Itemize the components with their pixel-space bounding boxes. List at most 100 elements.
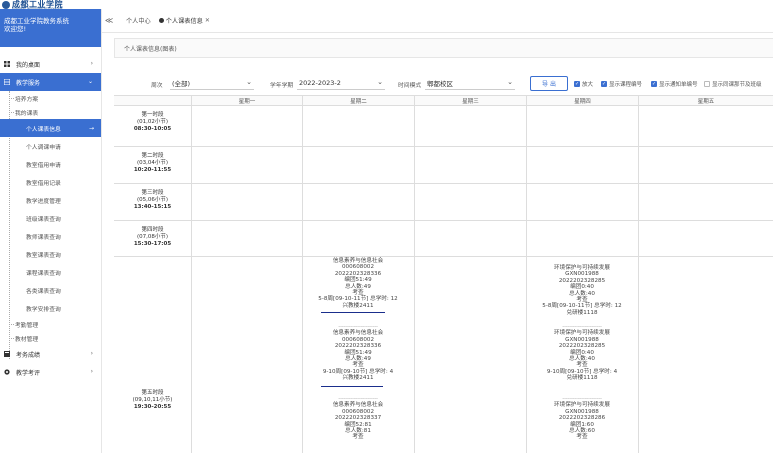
sub-item-teacher-schedule[interactable]: 教师课表查询 [0,227,101,245]
sub-item-label: 教室课表查询 [26,252,61,259]
checkbox-same-class[interactable]: 显示同课那节及班级 [704,80,762,88]
tree-item-training-plan[interactable]: 培养方案 [0,91,101,105]
classroom: 兑研楼1118 [566,309,598,316]
period-title: 第三时段 [141,190,164,196]
collapse-sidebar-button[interactable]: ≪ [102,16,116,25]
checkbox-label: 显示通知单编号 [659,82,698,88]
checkbox-zoom[interactable]: ✓ 放大 [574,80,593,88]
seal-icon [2,0,10,9]
period-title: 第一时段 [141,112,164,118]
week-value: (全部) [172,79,191,88]
sub-item-room-borrow-record[interactable]: 教室借用记录 [0,173,101,191]
sub-item-label: 班级课表查询 [26,216,61,223]
checkbox-course-code[interactable]: ✓ 显示课程编号 [601,80,642,88]
period-time: 08:30-10:05 [133,126,172,132]
classroom: 兴教楼2411 [342,302,374,309]
tab-label: 个人中心 [126,18,151,25]
period-code: (07,08小节) [136,234,169,240]
course-cell[interactable]: ----------------------- 信息素养与信息社会 000608… [302,396,414,441]
grid-line [191,96,192,453]
period-code: (03,04小节) [136,160,169,166]
sub-item-label: 教学进度管理 [26,198,61,205]
sub-item-label: 教学安排查询 [26,306,61,313]
menu-item-label: 考务成绩 [16,351,41,359]
sub-item-label: 教室借用记录 [26,180,61,187]
teaching-service-submenu: 培养方案 我的课表 个人课表信息 → 个人调课申请 教室借用申请 教室借用记录 … [0,91,101,359]
period-code: (09,10,11小节) [132,397,173,403]
sub-item-label: 个人调课申请 [26,144,61,151]
sub-item-course-schedule[interactable]: 课程课表查询 [0,263,101,281]
chevron-down-icon: ⌄ [507,78,513,86]
week-select[interactable]: (全部) ⌄ [170,76,254,90]
sub-item-arrangement[interactable]: 教学安排查询 [0,299,101,317]
menu-item-exam-score[interactable]: 考务成绩 › [0,345,101,363]
menu-item-label: 教学考评 [16,369,41,377]
course-cell[interactable]: ----------------------- 环境保护与可持续发展 GXN00… [526,324,638,382]
sub-item-class-change[interactable]: 个人调课申请 [0,137,101,155]
menu-item-evaluation[interactable]: 教学考评 › [0,363,101,381]
sub-item-room-schedule[interactable]: 教室课表查询 [0,245,101,263]
period-time: 10:20-11:55 [133,167,172,173]
course-cell[interactable]: 环境保护与可持续发展 GXN001988 2022202328285 编团0:4… [526,265,638,316]
sub-item-label: 各类课表查询 [26,288,61,295]
period-2-label: 第二时段 (03,04小节) 10:20-11:55 [114,153,191,174]
course-cell[interactable]: ----------------------- 环境保护与可持续发展 GXN00… [526,396,638,441]
time-mode-select[interactable]: 郫都校区 ⌄ [425,76,515,90]
chevron-down-icon: ⌄ [87,78,93,85]
ink-underline [321,386,383,387]
tree-item-textbook[interactable]: 教材管理 [0,331,101,345]
period-3-label: 第三时段 (05,06小节) 13:40-15:15 [114,190,191,211]
period-time: 13:40-15:15 [133,204,172,210]
chevron-right-icon: › [90,350,93,357]
chevron-down-icon: ⌄ [377,78,383,86]
grid-line [114,220,773,221]
checkbox-label: 显示课程编号 [609,82,643,88]
tree-item-attendance[interactable]: 考勤管理 [0,317,101,331]
tree-item-my-schedule[interactable]: 我的课表 [0,105,101,119]
chevron-down-icon: ⌄ [246,78,252,86]
export-button[interactable]: 导 出 [530,76,568,91]
timetable-grid: 星期一 星期二 星期三 星期四 星期五 第一时段 (01,02小节) 08:30… [114,95,773,453]
tree-item-label: 教材管理 [15,336,39,343]
sub-item-personal-schedule[interactable]: 个人课表信息 → [0,119,101,137]
menu-item-desktop[interactable]: 我的桌面 › [0,55,101,73]
period-time: 15:30-17:05 [133,241,172,247]
weekday-header: 星期二 [302,96,414,106]
sub-item-class-schedule[interactable]: 班级课表查询 [0,209,101,227]
classroom: 兴教楼2411 [342,375,374,382]
checkbox-checked-icon: ✓ [601,81,607,87]
welcome-panel: 成都工业学院教务系统 欢迎您! [0,9,101,47]
weekday-header: 星期四 [526,96,638,106]
time-mode-label: 时间模式 [398,83,422,89]
week-range: 5-8周[09-10-11节] 总学时: 12 [318,296,398,303]
tree-item-label: 我的课表 [15,110,39,117]
checkbox-notice-code[interactable]: ✓ 显示通知单编号 [651,80,698,88]
sub-item-label: 课程课表查询 [26,270,61,277]
period-title: 第四时段 [141,227,164,233]
sub-item-all-schedule[interactable]: 各类课表查询 [0,281,101,299]
active-dot-icon [158,18,164,23]
menu-item-teaching-service[interactable]: 教学服务 ⌄ [0,73,101,91]
ink-underline [321,312,385,313]
sub-item-room-borrow-apply[interactable]: 教室借用申请 [0,155,101,173]
welcome-text: 欢迎您! [4,25,27,33]
course-cell[interactable]: ----------------------- 信息素养与信息社会 000608… [302,324,414,382]
sub-item-progress[interactable]: 教学进度管理 [0,191,101,209]
weekday-header: 星期五 [638,96,773,106]
grid-line [414,96,415,453]
tab-bar: ≪ 个人中心 个人课表信息 ✕ [102,9,773,33]
period-time: 19:30-20:55 [133,404,172,410]
term-label: 学年学期 [270,83,294,89]
tab-personal-center[interactable]: 个人中心 [122,14,155,27]
period-code: (05,06小节) [136,197,169,203]
close-icon[interactable]: ✕ [205,17,210,24]
grid-icon [4,79,10,85]
time-mode-value: 郫都校区 [427,79,453,88]
gear-icon [4,369,10,375]
term-select[interactable]: 2022-2023-2 ⌄ [297,76,385,90]
corner-header [114,96,191,106]
tab-personal-schedule[interactable]: 个人课表信息 ✕ [155,14,214,27]
course-cell[interactable]: 信息素养与信息社会 000608002 2022202328336 编团51:4… [302,258,414,309]
tree-item-label: 考勤管理 [15,322,39,329]
sub-item-label: 教室借用申请 [26,162,61,169]
